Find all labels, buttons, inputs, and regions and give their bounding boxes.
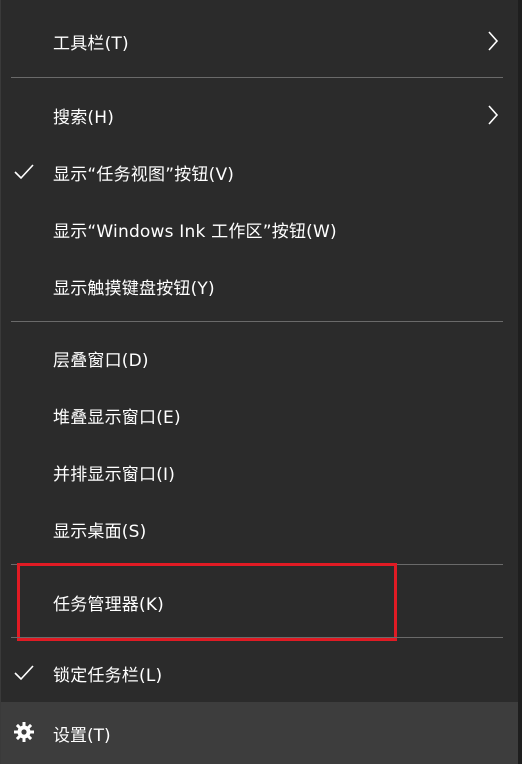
menu-item-stack-windows[interactable]: 堆叠显示窗口(E) xyxy=(1,390,519,440)
menu-separator xyxy=(11,637,503,638)
menu-item-label: 显示桌面(S) xyxy=(53,521,147,542)
highlight-annotation-box xyxy=(17,563,397,641)
menu-item-label: 锁定任务栏(L) xyxy=(53,665,163,686)
menu-item-label: 显示触摸键盘按钮(Y) xyxy=(53,278,215,299)
menu-item-label: 堆叠显示窗口(E) xyxy=(53,407,181,428)
chevron-right-icon xyxy=(488,105,499,125)
checkmark-icon xyxy=(14,164,34,180)
menu-item-side-by-side-windows[interactable]: 并排显示窗口(I) xyxy=(1,447,519,497)
gear-icon xyxy=(14,722,34,742)
menu-item-show-windows-ink[interactable]: 显示“Windows Ink 工作区”按钮(W) xyxy=(1,204,519,254)
menu-item-label: 设置(T) xyxy=(53,726,111,746)
menu-separator xyxy=(11,321,503,322)
menu-item-label: 层叠窗口(D) xyxy=(53,350,149,371)
menu-separator xyxy=(11,77,503,78)
menu-item-label: 工具栏(T) xyxy=(53,33,129,54)
checkmark-icon xyxy=(14,665,34,681)
menu-item-show-task-view[interactable]: 显示“任务视图”按钮(V) xyxy=(1,147,519,197)
chevron-right-icon xyxy=(488,31,499,51)
window-edge xyxy=(518,0,522,764)
menu-item-label: 显示“Windows Ink 工作区”按钮(W) xyxy=(53,221,337,242)
menu-item-search[interactable]: 搜索(H) xyxy=(1,90,519,140)
menu-item-toolbars[interactable]: 工具栏(T) xyxy=(1,16,519,66)
menu-item-cascade-windows[interactable]: 层叠窗口(D) xyxy=(1,333,519,383)
taskbar-context-menu: 工具栏(T) 搜索(H) 显示“任务视图”按钮(V) 显示“Windows In… xyxy=(0,0,522,764)
menu-item-lock-taskbar[interactable]: 锁定任务栏(L) xyxy=(1,648,519,698)
menu-item-label: 搜索(H) xyxy=(53,107,115,128)
menu-item-settings[interactable]: 设置(T) xyxy=(1,702,519,764)
menu-item-show-desktop[interactable]: 显示桌面(S) xyxy=(1,504,519,554)
menu-item-show-touch-keyboard[interactable]: 显示触摸键盘按钮(Y) xyxy=(1,261,519,311)
menu-item-label: 并排显示窗口(I) xyxy=(53,464,176,485)
menu-item-label: 显示“任务视图”按钮(V) xyxy=(53,164,235,185)
